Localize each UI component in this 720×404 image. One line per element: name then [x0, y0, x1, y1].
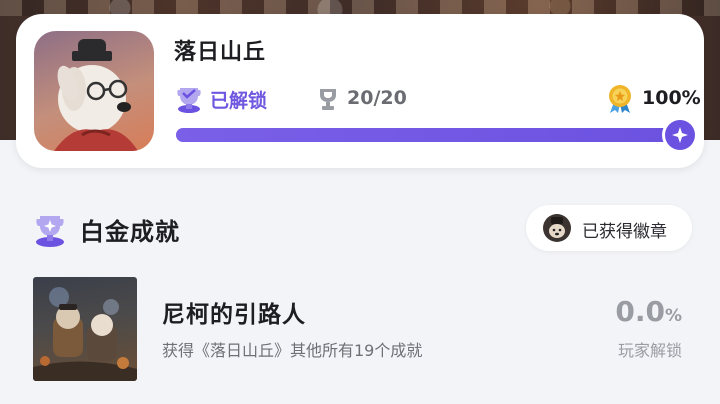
unlock-rate-value: 0.0 [615, 295, 665, 328]
trophy-cup-icon [174, 84, 204, 114]
game-summary-card: 落日山丘 已解锁 20/20 100% [16, 14, 704, 168]
section-title: 白金成就 [80, 218, 180, 246]
trophy-count: 20/20 [347, 87, 407, 109]
platinum-trophy-icon [32, 212, 68, 248]
unlock-status: 已解锁 [210, 90, 268, 112]
achievement-description: 获得《落日山丘》其他所有19个成就 [162, 341, 423, 360]
completion-percent: 100% [642, 87, 701, 109]
game-icon[interactable] [34, 31, 154, 151]
badge-avatar-icon [542, 213, 572, 243]
earned-badges-button[interactable]: 已获得徽章 [526, 205, 692, 251]
completion-progress-bar [176, 120, 695, 150]
progress-fill [176, 128, 680, 142]
earned-badges-label: 已获得徽章 [582, 222, 667, 242]
achievement-image[interactable] [33, 277, 137, 381]
trophy-icon [317, 87, 339, 111]
unlock-rate-unit: % [664, 306, 682, 326]
medal-icon [606, 84, 634, 114]
achievement-name: 尼柯的引路人 [162, 302, 306, 328]
sparkle-icon [665, 120, 695, 150]
status-row: 已解锁 20/20 100% [174, 84, 701, 114]
unlock-rate-label: 玩家解锁 [617, 341, 682, 360]
game-title: 落日山丘 [174, 40, 267, 65]
unlock-rate: 0.0% [615, 295, 682, 328]
